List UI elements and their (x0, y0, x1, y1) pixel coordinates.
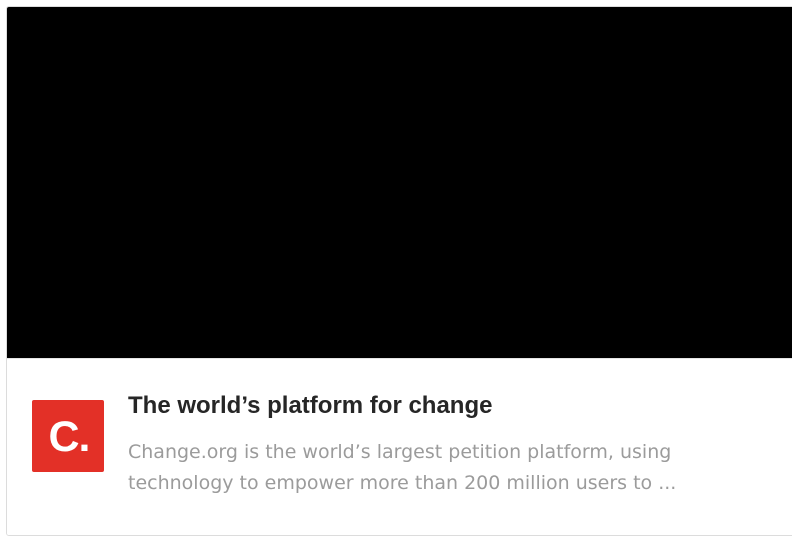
link-preview-card[interactable]: C. The world’s platform for change Chang… (6, 6, 792, 536)
logo-text: C. (48, 412, 91, 461)
change-org-logo: C. (32, 400, 104, 472)
preview-image[interactable] (7, 7, 792, 358)
preview-footer: C. The world’s platform for change Chang… (7, 358, 792, 535)
preview-description: Change.org is the world’s largest petiti… (128, 441, 677, 494)
preview-title[interactable]: The world’s platform for change (128, 392, 492, 420)
